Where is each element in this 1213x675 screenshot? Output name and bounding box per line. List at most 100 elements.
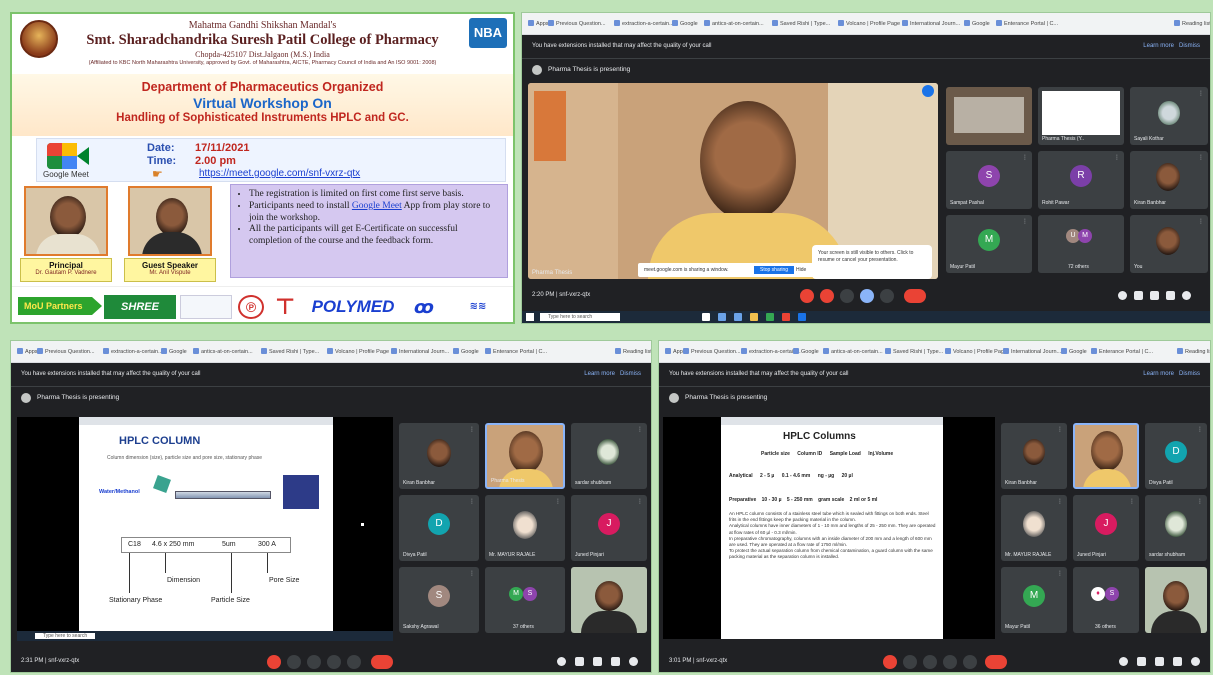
bookmark-item[interactable]: Volcano | Profile Page: [945, 348, 1007, 355]
taskbar-icon[interactable]: [734, 313, 742, 321]
participant-tile[interactable]: M ⋮ Mayur Patil: [946, 215, 1032, 273]
leave-call-button[interactable]: [371, 655, 393, 669]
taskbar-icon[interactable]: [782, 313, 790, 321]
reading-list[interactable]: Reading list: [615, 348, 651, 355]
captions-button[interactable]: [923, 655, 937, 669]
bookmark-google[interactable]: Google: [161, 348, 187, 355]
bookmark-item[interactable]: Previous Question...: [683, 348, 741, 355]
bookmark-item[interactable]: Enterance Portal | C...: [1091, 348, 1153, 355]
present-button[interactable]: [943, 655, 957, 669]
participant-tile[interactable]: ⋮ Mr. MAYUR RAJALE: [1001, 495, 1067, 561]
participant-tile[interactable]: ⋮ Mr. MAYUR RAJALE: [485, 495, 565, 561]
participant-tile[interactable]: ⋮ Sayali Kothar: [1130, 87, 1208, 145]
bookmark-apps[interactable]: Apps: [17, 348, 38, 355]
people-icon[interactable]: [1137, 657, 1146, 666]
participant-tile[interactable]: S ⋮ Sampat Pashal: [946, 151, 1032, 209]
hide-button[interactable]: Hide: [796, 263, 806, 277]
bookmark-item[interactable]: Previous Question...: [37, 348, 95, 355]
dismiss-button[interactable]: Dismiss: [1179, 371, 1200, 377]
present-button[interactable]: [327, 655, 341, 669]
camera-off-button[interactable]: [820, 289, 834, 303]
chat-icon[interactable]: [593, 657, 602, 666]
bookmark-item[interactable]: extraction-a-certain...: [614, 20, 674, 27]
stop-sharing-button[interactable]: Stop sharing: [754, 266, 795, 274]
leave-call-button[interactable]: [904, 289, 926, 303]
participant-tile[interactable]: ⋮ Kiran Banbhar: [399, 423, 479, 489]
bookmark-item[interactable]: antics-at-on-certain...: [704, 20, 764, 27]
present-button[interactable]: [860, 289, 874, 303]
captions-button[interactable]: [840, 289, 854, 303]
info-icon[interactable]: [557, 657, 566, 666]
leave-call-button[interactable]: [985, 655, 1007, 669]
learn-more-link[interactable]: Learn more: [584, 371, 615, 377]
taskbar-search[interactable]: Type here to search: [540, 313, 620, 321]
more-options-button[interactable]: [880, 289, 894, 303]
bookmark-google[interactable]: Google: [672, 20, 698, 27]
screen-visible-popup[interactable]: Your screen is still visible to others. …: [812, 245, 932, 279]
participant-tile[interactable]: J ⋮ Juned Pinjari: [571, 495, 647, 561]
reading-list[interactable]: Reading list: [1174, 20, 1210, 27]
taskbar-icon[interactable]: [702, 313, 710, 321]
bookmark-item[interactable]: International Journ...: [1003, 348, 1061, 355]
bookmark-item[interactable]: antics-at-on-certain...: [193, 348, 253, 355]
taskbar-icon[interactable]: [718, 313, 726, 321]
camera-button[interactable]: [903, 655, 917, 669]
participant-tile[interactable]: R ⋮ Rohit Pawar: [1038, 151, 1124, 209]
info-icon[interactable]: [1119, 657, 1128, 666]
activities-icon[interactable]: [1173, 657, 1182, 666]
mic-off-button[interactable]: [883, 655, 897, 669]
participant-tile[interactable]: S ⋮ Sakshy Agrawal: [399, 567, 479, 633]
bookmark-item[interactable]: antics-at-on-certain...: [823, 348, 883, 355]
participant-tile[interactable]: ⋮ Kiran Banbhar: [1130, 151, 1208, 209]
bookmark-item[interactable]: extraction-a-certain...: [741, 348, 801, 355]
taskbar-icon[interactable]: [750, 313, 758, 321]
dismiss-button[interactable]: Dismiss: [620, 371, 641, 377]
meet-link[interactable]: https://meet.google.com/snf-vxrz-qtx: [199, 168, 360, 179]
participant-tile[interactable]: ♦ S 36 others: [1073, 567, 1139, 633]
reading-list[interactable]: Reading list: [1177, 348, 1210, 355]
participant-tile[interactable]: M ⋮ Mayur Patil: [1001, 567, 1067, 633]
participant-tile[interactable]: ⋮ sardar shubham: [571, 423, 647, 489]
host-controls-icon[interactable]: [1182, 291, 1191, 300]
activities-icon[interactable]: [611, 657, 620, 666]
dismiss-button[interactable]: Dismiss: [1179, 43, 1200, 49]
bookmark-google[interactable]: Google: [453, 348, 479, 355]
people-icon[interactable]: [1134, 291, 1143, 300]
bookmark-google[interactable]: Google: [964, 20, 990, 27]
activities-icon[interactable]: [1166, 291, 1175, 300]
bookmark-item[interactable]: Previous Question...: [548, 20, 606, 27]
participant-tile[interactable]: D ⋮ Divya Patil: [1145, 423, 1207, 489]
info-icon[interactable]: [1118, 291, 1127, 300]
participant-tile[interactable]: ⋮ Kiran Banbhar: [1001, 423, 1067, 489]
chat-icon[interactable]: [1155, 657, 1164, 666]
host-controls-icon[interactable]: [629, 657, 638, 666]
participant-tile[interactable]: [946, 87, 1032, 145]
participant-tile[interactable]: J ⋮ Juned Pinjari: [1073, 495, 1139, 561]
participant-tile[interactable]: U M 72 others: [1038, 215, 1124, 273]
participant-tile[interactable]: M S 37 others: [485, 567, 565, 633]
self-tile[interactable]: [1145, 567, 1207, 633]
presenter-tile[interactable]: [1073, 423, 1139, 489]
self-tile[interactable]: ⋮ You: [1130, 215, 1208, 273]
bookmark-item[interactable]: International Journ...: [391, 348, 449, 355]
camera-button[interactable]: [287, 655, 301, 669]
bookmark-google[interactable]: Google: [793, 348, 819, 355]
taskbar-icon[interactable]: [766, 313, 774, 321]
bookmark-item[interactable]: Enterance Portal | C...: [485, 348, 547, 355]
bookmark-item[interactable]: extraction-a-certain...: [103, 348, 163, 355]
windows-start-icon[interactable]: [526, 313, 534, 321]
learn-more-link[interactable]: Learn more: [1143, 43, 1174, 49]
chat-icon[interactable]: [1150, 291, 1159, 300]
bookmark-item[interactable]: Saved Rishi | Type...: [772, 20, 830, 27]
participant-tile[interactable]: Pharma Thesis (Y..: [1038, 87, 1124, 145]
mic-off-button[interactable]: [267, 655, 281, 669]
more-options-button[interactable]: [347, 655, 361, 669]
people-icon[interactable]: [575, 657, 584, 666]
host-controls-icon[interactable]: [1191, 657, 1200, 666]
mic-off-button[interactable]: [800, 289, 814, 303]
google-meet-link[interactable]: Google Meet: [352, 201, 402, 211]
learn-more-link[interactable]: Learn more: [1143, 371, 1174, 377]
bookmark-google[interactable]: Google: [1061, 348, 1087, 355]
bookmark-item[interactable]: Saved Rishi | Type...: [261, 348, 319, 355]
presenter-tile[interactable]: Pharma Thesis: [485, 423, 565, 489]
